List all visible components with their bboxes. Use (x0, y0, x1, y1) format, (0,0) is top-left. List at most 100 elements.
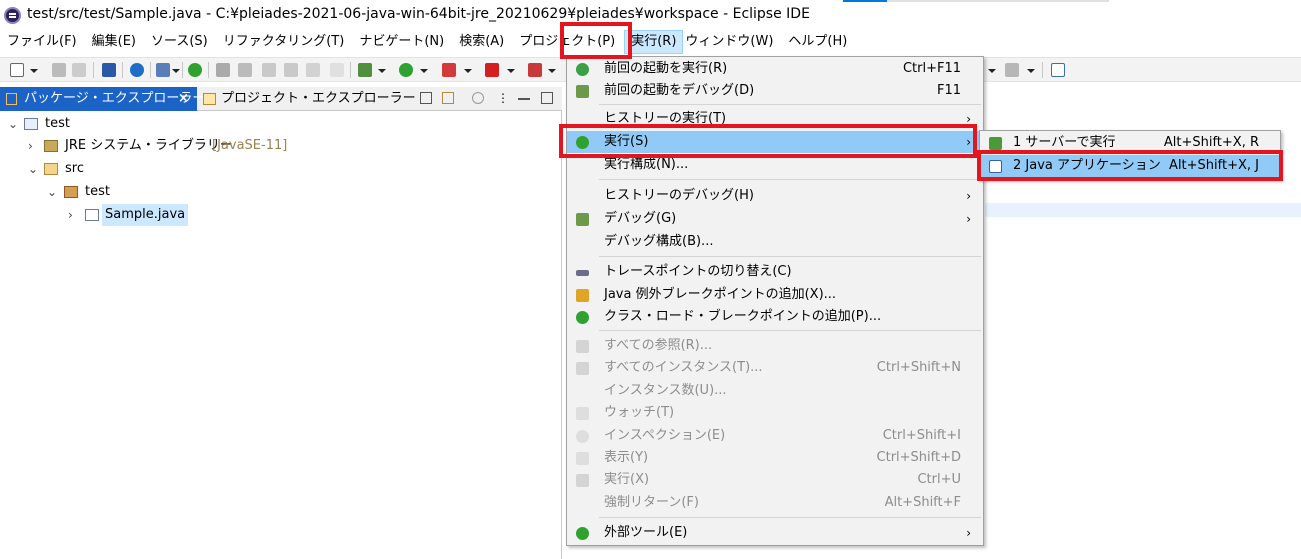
debug-dropdown-icon[interactable] (378, 69, 386, 73)
menu-run[interactable]: 実行(R) (624, 30, 684, 54)
menu-file[interactable]: ファイル(F) (7, 30, 77, 54)
chevron-right-icon: › (966, 189, 971, 203)
external-run-icon[interactable] (528, 63, 542, 77)
tree-file-label: Sample.java (102, 204, 189, 226)
menu-run-as[interactable]: 実行(S) › (567, 131, 983, 153)
maximize-icon[interactable] (541, 92, 553, 104)
menu-force-return[interactable]: 強制リターン(F) Alt+Shift+F (567, 492, 983, 514)
external-tools-icon (576, 527, 589, 540)
pen-icon[interactable] (238, 63, 252, 77)
menu-run-last[interactable]: 前回の起動を実行(R) Ctrl+F11 (567, 58, 983, 80)
menu-navigate[interactable]: ナビゲート(N) (359, 30, 444, 54)
debug-toolbar-icon[interactable] (358, 63, 372, 77)
inspect-icon (576, 430, 589, 443)
coverage-icon[interactable] (442, 63, 456, 77)
close-icon[interactable]: × (178, 87, 189, 111)
watch-icon (576, 407, 589, 420)
menu-refactor[interactable]: リファクタリング(T) (223, 30, 345, 54)
window-title: test/src/test/Sample.java - C:¥pleiades-… (27, 6, 810, 22)
chevron-right-icon[interactable]: › (68, 204, 73, 226)
tree-package-label: test (85, 184, 110, 199)
menu-execute[interactable]: 実行(X) Ctrl+U (567, 469, 983, 491)
menu-bar: ファイル(F) 編集(E) ソース(S) リファクタリング(T) ナビゲート(N… (0, 30, 1301, 54)
chevron-down-icon[interactable]: ⌄ (47, 181, 57, 203)
menu-external-tools[interactable]: 外部ツール(E) › (567, 522, 983, 544)
collapse-all-icon[interactable] (420, 92, 432, 104)
menu-project[interactable]: プロジェクト(P) (519, 30, 615, 54)
tree-jre-version: [JavaSE-11] (212, 138, 288, 153)
title-strip (887, 0, 1109, 2)
debug-icon (576, 213, 589, 226)
menu-add-class-load-breakpoint[interactable]: クラス・ロード・ブレークポイントの追加(P)... (567, 306, 983, 328)
menu-run-configurations[interactable]: 実行構成(N)... (567, 154, 983, 176)
menu-all-instances[interactable]: すべてのインスタンス(T)... Ctrl+Shift+N (567, 357, 983, 379)
menu-all-references[interactable]: すべての参照(R)... (567, 335, 983, 357)
menu-search[interactable]: 検索(A) (459, 30, 504, 54)
tab-project-explorer-label: プロジェクト・エクスプローラー (221, 91, 416, 106)
skip-dropdown-icon[interactable] (172, 69, 180, 73)
debug-last-icon (576, 85, 589, 98)
menu-source[interactable]: ソース(S) (151, 30, 208, 54)
tab-project-explorer[interactable]: プロジェクト・エクスプローラー (199, 87, 416, 111)
view-menu-icon[interactable]: ⋮ (497, 92, 509, 104)
eclipse-icon (4, 7, 21, 24)
package-explorer-panel: パッケージ・エクスプローラー × プロジェクト・エクスプローラー ⋮ ⌄ tes… (0, 87, 562, 559)
menu-edit[interactable]: 編集(E) (92, 30, 136, 54)
forward-icon[interactable] (1005, 63, 1019, 77)
chevron-right-icon: › (966, 212, 971, 226)
run-dropdown-icon[interactable] (420, 69, 428, 73)
menu-toggle-tracepoint[interactable]: トレースポイントの切り替え(C) (567, 261, 983, 283)
save-all-icon[interactable] (72, 63, 86, 77)
terminal-icon[interactable] (102, 63, 116, 77)
new-icon[interactable] (10, 63, 24, 77)
pin-icon[interactable] (216, 63, 230, 77)
nav-dropdown-icon[interactable] (988, 69, 996, 73)
focus-icon[interactable] (472, 92, 484, 104)
menu-instance-count[interactable]: インスタンス数(U)... (567, 380, 983, 402)
open-perspective-icon[interactable] (1051, 63, 1065, 77)
java-file-icon (85, 209, 99, 221)
run-toolbar-icon[interactable] (399, 63, 413, 77)
menu-display[interactable]: 表示(Y) Ctrl+Shift+D (567, 447, 983, 469)
menu-inspect[interactable]: インスペクション(E) Ctrl+Shift+I (567, 425, 983, 447)
new-dropdown-icon[interactable] (30, 69, 38, 73)
stop-icon[interactable] (485, 63, 499, 77)
drop-icon[interactable] (284, 63, 298, 77)
tab-package-explorer[interactable]: パッケージ・エクスプローラー × (0, 87, 205, 111)
settings-icon[interactable] (130, 63, 144, 77)
step-icon[interactable] (262, 63, 276, 77)
menu-window[interactable]: ウィンドウ(W) (685, 30, 773, 54)
submenu-java-application[interactable]: 2 Java アプリケーション Alt+Shift+X, J (980, 155, 1280, 177)
chevron-right-icon: › (966, 112, 971, 126)
run-icon (576, 136, 589, 149)
chevron-down-icon[interactable]: ⌄ (28, 158, 38, 180)
coverage-dropdown-icon[interactable] (464, 69, 472, 73)
menu-help[interactable]: ヘルプ(H) (788, 30, 847, 54)
menu-debug-last[interactable]: 前回の起動をデバッグ(D) F11 (567, 80, 983, 102)
menu-debug-as[interactable]: デバッグ(G) › (567, 208, 983, 230)
power-icon[interactable] (188, 63, 202, 77)
submenu-run-on-server[interactable]: 1 サーバーで実行 Alt+Shift+X, R (980, 132, 1280, 154)
forward-dropdown-icon[interactable] (1027, 69, 1035, 73)
menu-watch[interactable]: ウォッチ(T) (567, 402, 983, 424)
menu-add-exception-breakpoint[interactable]: Java 例外ブレークポイントの追加(X)... (567, 284, 983, 306)
minimize-icon[interactable] (518, 92, 530, 100)
paragraph-icon[interactable] (330, 63, 344, 77)
view-tabs: パッケージ・エクスプローラー × プロジェクト・エクスプローラー ⋮ (0, 87, 562, 111)
skip-icon[interactable] (156, 63, 170, 77)
chevron-down-icon[interactable]: ⌄ (8, 113, 18, 135)
library-icon (44, 140, 58, 152)
menu-debug-configurations[interactable]: デバッグ構成(B)... (567, 231, 983, 253)
external-dropdown-icon[interactable] (548, 69, 556, 73)
menu-debug-history[interactable]: ヒストリーのデバッグ(H) › (567, 185, 983, 207)
stop-dropdown-icon[interactable] (507, 69, 515, 73)
link-editor-icon[interactable] (442, 92, 454, 104)
use-filter-icon[interactable] (306, 63, 320, 77)
title-accent (843, 0, 887, 2)
source-folder-icon (44, 163, 58, 175)
menu-run-history[interactable]: ヒストリーの実行(T) › (567, 108, 983, 130)
java-application-icon (989, 160, 1002, 173)
package-explorer-icon (6, 93, 17, 105)
chevron-right-icon[interactable]: › (28, 135, 33, 157)
save-icon[interactable] (52, 63, 66, 77)
